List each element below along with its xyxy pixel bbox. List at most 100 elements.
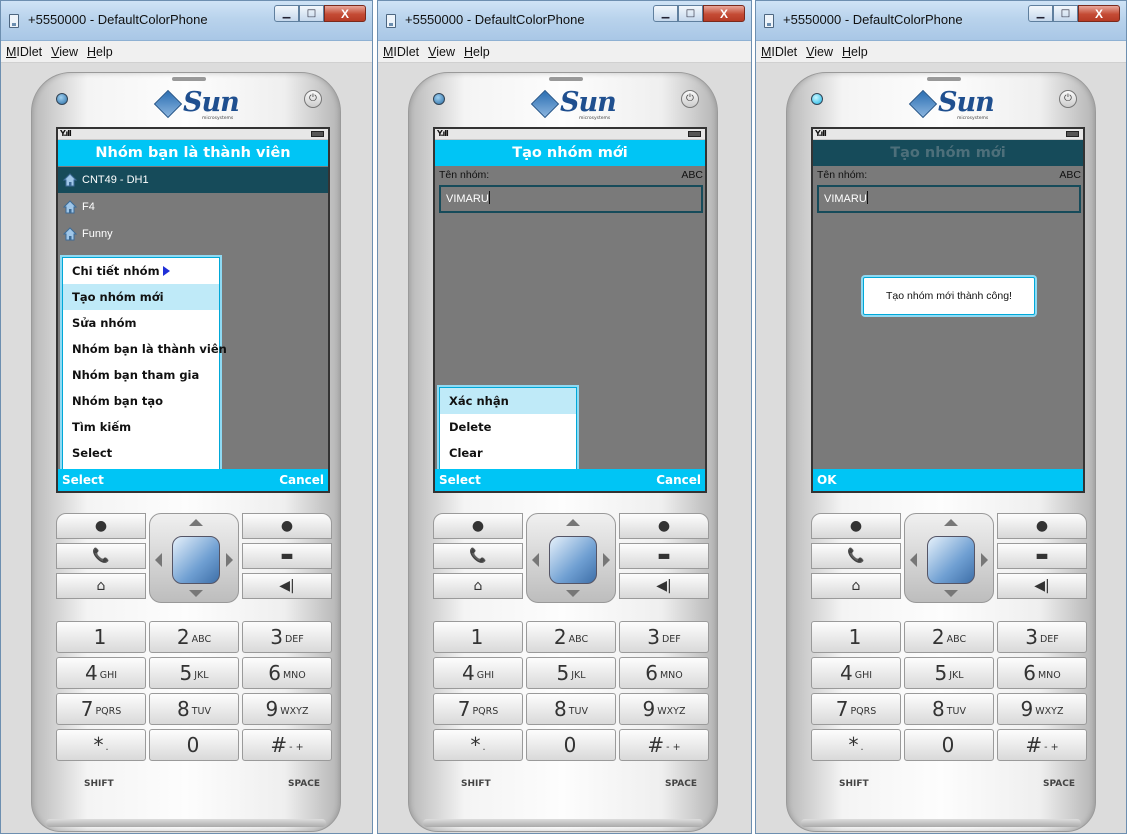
minimize-button[interactable]: ▁: [653, 5, 678, 22]
end-call-button[interactable]: ▬: [242, 543, 332, 569]
key-1[interactable]: 1: [433, 621, 523, 653]
softkey-right[interactable]: Cancel: [279, 469, 324, 491]
menu-item-select[interactable]: Select: [63, 440, 219, 466]
back-button[interactable]: ◀|: [997, 573, 1087, 599]
menu-help[interactable]: Help: [459, 41, 494, 59]
key-4[interactable]: 4 GHI: [433, 657, 523, 689]
right-softkey-button[interactable]: ●: [619, 513, 709, 539]
call-button[interactable]: 📞: [811, 543, 901, 569]
key-8[interactable]: 8 TUV: [149, 693, 239, 725]
dpad[interactable]: [904, 513, 994, 603]
menu-item-clear[interactable]: Clear: [440, 440, 576, 466]
key-2[interactable]: 2 ABC: [904, 621, 994, 653]
dpad-right-icon[interactable]: [226, 553, 233, 567]
menu-item-edit-group[interactable]: Sửa nhóm: [63, 310, 219, 336]
key-7[interactable]: 7 PQRS: [811, 693, 901, 725]
key-9[interactable]: 9 WXYZ: [619, 693, 709, 725]
menu-view[interactable]: View: [46, 41, 82, 59]
title-bar[interactable]: +5550000 - DefaultColorPhone ▁ □ X: [378, 1, 751, 41]
softkey-ok[interactable]: OK: [817, 469, 837, 491]
menu-help[interactable]: Help: [82, 41, 117, 59]
list-item[interactable]: Funny: [58, 221, 328, 247]
key-1[interactable]: 1: [811, 621, 901, 653]
home-button[interactable]: ⌂: [56, 573, 146, 599]
key-star[interactable]: *.: [56, 729, 146, 761]
left-softkey-button[interactable]: ●: [433, 513, 523, 539]
minimize-button[interactable]: ▁: [1028, 5, 1053, 22]
key-8[interactable]: 8 TUV: [904, 693, 994, 725]
softkey-left[interactable]: Select: [62, 469, 104, 491]
dpad[interactable]: [526, 513, 616, 603]
menu-help[interactable]: Help: [837, 41, 872, 59]
menu-midlet[interactable]: MIDlet: [378, 41, 423, 59]
menu-midlet[interactable]: MIDlet: [1, 41, 46, 59]
key-3[interactable]: 3 DEF: [619, 621, 709, 653]
key-4[interactable]: 4 GHI: [811, 657, 901, 689]
power-icon[interactable]: ⏻: [681, 90, 699, 108]
close-button[interactable]: X: [324, 5, 366, 22]
menu-item-confirm[interactable]: Xác nhận: [440, 388, 576, 414]
key-2[interactable]: 2 ABC: [149, 621, 239, 653]
dpad-up-icon[interactable]: [189, 519, 203, 526]
maximize-button[interactable]: □: [678, 5, 703, 22]
dpad-right-icon[interactable]: [603, 553, 610, 567]
minimize-button[interactable]: ▁: [274, 5, 299, 22]
dpad-left-icon[interactable]: [532, 553, 539, 567]
key-4[interactable]: 4 GHI: [56, 657, 146, 689]
dpad-down-icon[interactable]: [189, 590, 203, 597]
dpad-up-icon[interactable]: [944, 519, 958, 526]
key-9[interactable]: 9 WXYZ: [242, 693, 332, 725]
dpad-down-icon[interactable]: [566, 590, 580, 597]
call-button[interactable]: 📞: [433, 543, 523, 569]
home-button[interactable]: ⌂: [811, 573, 901, 599]
right-softkey-button[interactable]: ●: [997, 513, 1087, 539]
menu-item-joined-groups[interactable]: Nhóm bạn tham gia: [63, 362, 219, 388]
title-bar[interactable]: +5550000 - DefaultColorPhone ▁ □ X: [756, 1, 1126, 41]
left-softkey-button[interactable]: ●: [56, 513, 146, 539]
right-softkey-button[interactable]: ●: [242, 513, 332, 539]
close-button[interactable]: X: [1078, 5, 1120, 22]
key-6[interactable]: 6 MNO: [619, 657, 709, 689]
softkey-right[interactable]: Cancel: [656, 469, 701, 491]
menu-view[interactable]: View: [423, 41, 459, 59]
dpad-left-icon[interactable]: [910, 553, 917, 567]
key-5[interactable]: 5 JKL: [526, 657, 616, 689]
key-5[interactable]: 5 JKL: [904, 657, 994, 689]
key-hash[interactable]: # - +: [619, 729, 709, 761]
menu-item-group-details[interactable]: Chi tiết nhóm: [63, 258, 219, 284]
key-2[interactable]: 2 ABC: [526, 621, 616, 653]
menu-item-created-groups[interactable]: Nhóm bạn tạo: [63, 388, 219, 414]
back-button[interactable]: ◀|: [619, 573, 709, 599]
key-6[interactable]: 6 MNO: [242, 657, 332, 689]
key-9[interactable]: 9 WXYZ: [997, 693, 1087, 725]
key-0[interactable]: 0: [149, 729, 239, 761]
menu-midlet[interactable]: MIDlet: [756, 41, 801, 59]
power-icon[interactable]: ⏻: [304, 90, 322, 108]
menu-item-create-group[interactable]: Tạo nhóm mới: [63, 284, 219, 310]
key-0[interactable]: 0: [904, 729, 994, 761]
dpad-down-icon[interactable]: [944, 590, 958, 597]
list-item[interactable]: F4: [58, 194, 328, 220]
back-button[interactable]: ◀|: [242, 573, 332, 599]
end-call-button[interactable]: ▬: [997, 543, 1087, 569]
key-7[interactable]: 7 PQRS: [56, 693, 146, 725]
menu-item-search[interactable]: Tìm kiếm: [63, 414, 219, 440]
key-hash[interactable]: # - +: [997, 729, 1087, 761]
call-button[interactable]: 📞: [56, 543, 146, 569]
list-item[interactable]: CNT49 - DH1: [58, 167, 328, 193]
maximize-button[interactable]: □: [299, 5, 324, 22]
key-hash[interactable]: # - +: [242, 729, 332, 761]
menu-item-delete[interactable]: Delete: [440, 414, 576, 440]
key-1[interactable]: 1: [56, 621, 146, 653]
key-3[interactable]: 3 DEF: [997, 621, 1087, 653]
softkey-left[interactable]: Select: [439, 469, 481, 491]
key-6[interactable]: 6 MNO: [997, 657, 1087, 689]
key-star[interactable]: *.: [433, 729, 523, 761]
group-name-input[interactable]: VIMARU: [817, 185, 1081, 213]
dpad[interactable]: [149, 513, 239, 603]
power-icon[interactable]: ⏻: [1059, 90, 1077, 108]
close-button[interactable]: X: [703, 5, 745, 22]
key-3[interactable]: 3 DEF: [242, 621, 332, 653]
key-7[interactable]: 7 PQRS: [433, 693, 523, 725]
dpad-up-icon[interactable]: [566, 519, 580, 526]
